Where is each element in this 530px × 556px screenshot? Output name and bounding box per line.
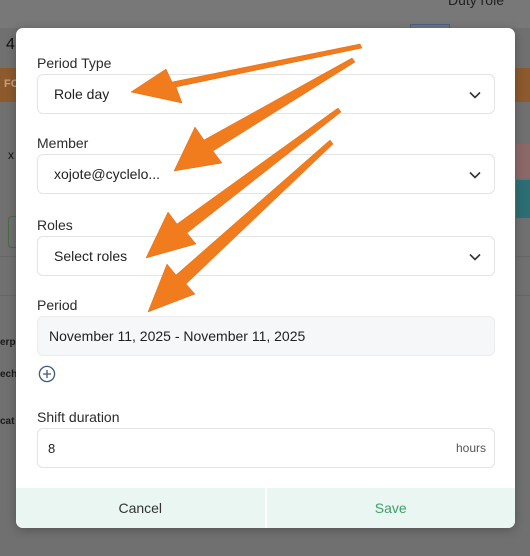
chevron-down-icon: [469, 253, 481, 261]
background-number: 4: [6, 36, 15, 53]
roles-label: Roles: [37, 217, 73, 233]
shift-modal: Period Type Role day Member xojote@cycle…: [16, 28, 515, 528]
modal-footer: Cancel Save: [16, 488, 515, 528]
cancel-button[interactable]: Cancel: [16, 488, 267, 528]
background-top-label: Duty role: [447, 0, 504, 8]
add-period-icon[interactable]: [38, 365, 56, 383]
shift-duration-value: 8: [48, 441, 56, 456]
period-value: November 11, 2025 - November 11, 2025: [49, 328, 306, 344]
shift-duration-unit: hours: [455, 441, 486, 455]
save-button[interactable]: Save: [266, 488, 515, 528]
period-type-label: Period Type: [37, 55, 112, 71]
background-label: erp: [0, 337, 16, 348]
background-pink-block: [516, 144, 530, 178]
roles-select[interactable]: Select roles: [37, 236, 495, 276]
chevron-down-icon: [469, 91, 481, 99]
background-label: cat: [0, 416, 15, 427]
member-select[interactable]: xojote@cyclelo...: [37, 154, 495, 194]
member-label: Member: [37, 135, 89, 151]
period-type-select[interactable]: Role day: [37, 74, 495, 114]
background-label: ech: [0, 369, 18, 380]
period-label: Period: [37, 297, 78, 313]
member-value: xojote@cyclelo...: [54, 166, 161, 182]
shift-duration-label: Shift duration: [37, 409, 120, 425]
period-type-value: Role day: [54, 86, 110, 102]
chevron-down-icon: [469, 171, 481, 179]
background-row-text: x: [8, 148, 14, 162]
roles-value: Select roles: [54, 248, 128, 264]
period-date-range-field[interactable]: November 11, 2025 - November 11, 2025: [37, 316, 495, 356]
background-teal-block: [516, 180, 530, 218]
shift-duration-input[interactable]: 8 hours: [37, 428, 495, 468]
